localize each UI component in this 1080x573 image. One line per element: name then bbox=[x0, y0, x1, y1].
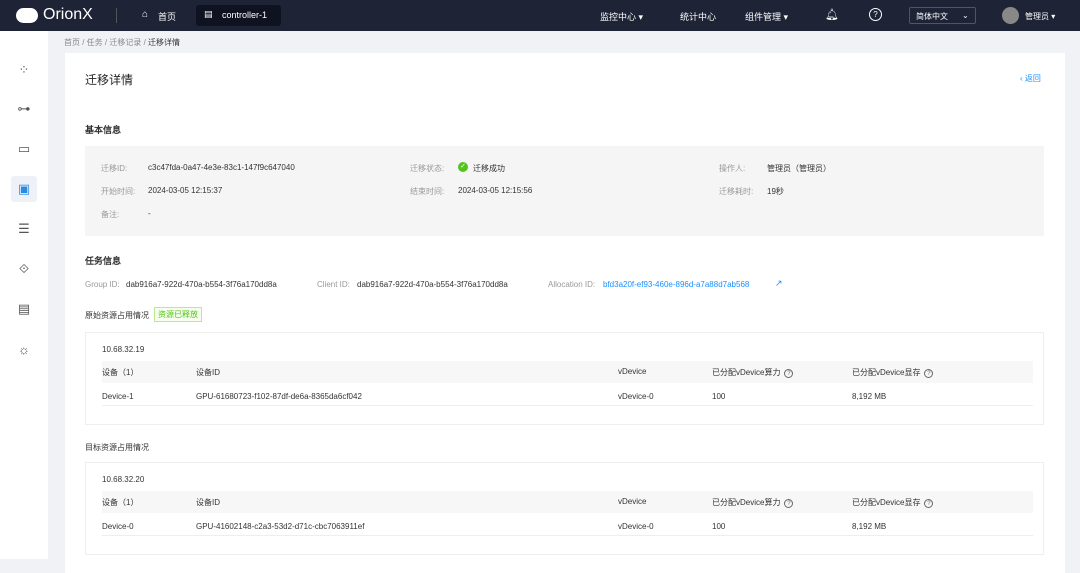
sidebar-dashboard-icon[interactable]: ⁘ bbox=[11, 57, 37, 83]
migration-status: 迁移成功 bbox=[473, 164, 505, 173]
col-memory: 已分配vDevice显存? bbox=[852, 497, 934, 508]
sidebar: ⁘ ⊶ ▭ ▣ ☰ ⟐ ▤ ☼ bbox=[0, 31, 48, 559]
bell-icon[interactable]: 🔔︎ bbox=[825, 8, 839, 21]
field-label: 结束时间: bbox=[410, 187, 445, 196]
breadcrumb-records[interactable]: 迁移记录 bbox=[109, 38, 141, 47]
help-icon[interactable]: ? bbox=[924, 369, 934, 378]
client-id-label: Client ID: bbox=[317, 280, 350, 289]
external-link-icon[interactable]: ↗ bbox=[775, 278, 783, 289]
field-label: 开始时间: bbox=[101, 187, 136, 196]
sidebar-link-icon[interactable]: ⟐ bbox=[11, 256, 37, 282]
col-compute: 已分配vDevice算力? bbox=[712, 367, 794, 378]
divider bbox=[116, 8, 117, 23]
node-ip: 10.68.32.20 bbox=[102, 475, 145, 484]
row-divider bbox=[102, 405, 1033, 406]
task-info-title: 任务信息 bbox=[85, 256, 122, 266]
row-divider bbox=[102, 535, 1033, 536]
col-vdevice: vDevice bbox=[618, 497, 647, 506]
help-icon[interactable]: ? bbox=[924, 499, 934, 508]
source-title: 原始资源占用情况 bbox=[85, 311, 149, 320]
field-label: 迁移ID: bbox=[101, 164, 128, 173]
breadcrumb: 首页 / 任务 / 迁移记录 / 迁移详情 bbox=[64, 38, 181, 47]
help-icon[interactable]: ? bbox=[784, 369, 794, 378]
nav-components[interactable]: 组件管理 ▾ bbox=[745, 10, 788, 23]
sidebar-server-icon[interactable]: ▭ bbox=[11, 136, 37, 162]
page-title: 迁移详情 bbox=[85, 73, 134, 87]
breadcrumb-current: 迁移详情 bbox=[148, 38, 181, 47]
nav-monitor[interactable]: 监控中心 ▾ bbox=[600, 10, 643, 23]
end-time: 2024-03-05 12:15:56 bbox=[458, 186, 533, 195]
sidebar-topology-icon[interactable]: ⊶ bbox=[11, 96, 37, 122]
tab-controller[interactable]: ▤ controller-1 bbox=[196, 5, 281, 26]
table-header: 设备（1） 设备ID vDevice 已分配vDevice算力? 已分配vDev… bbox=[102, 491, 1033, 513]
language-select[interactable]: 简体中文 ⌄ bbox=[909, 7, 976, 24]
breadcrumb-task[interactable]: 任务 bbox=[87, 38, 103, 47]
server-icon: ▤ bbox=[204, 9, 213, 19]
avatar[interactable] bbox=[1002, 7, 1019, 24]
nav-home[interactable]: 首页 bbox=[158, 10, 176, 23]
tab-label: controller-1 bbox=[222, 10, 268, 20]
user-menu[interactable]: 管理员 ▾ bbox=[1025, 11, 1055, 22]
client-id: dab916a7-922d-470a-b554-3f76a170dd8a bbox=[357, 280, 508, 289]
remark: - bbox=[148, 209, 151, 218]
detail-card: 迁移详情 ‹ 返回 基本信息 迁移ID: c3c47fda-0a47-4e3e-… bbox=[65, 53, 1065, 573]
target-title: 目标资源占用情况 bbox=[85, 443, 149, 452]
logo-icon bbox=[16, 8, 38, 23]
sidebar-task-icon[interactable]: ▣ bbox=[11, 176, 37, 202]
home-icon: ⌂ bbox=[142, 9, 149, 20]
released-badge: 资源已释放 bbox=[154, 307, 202, 322]
sidebar-list-icon[interactable]: ☰ bbox=[11, 216, 37, 242]
col-vdevice: vDevice bbox=[618, 367, 647, 376]
col-device-id: 设备ID bbox=[196, 368, 220, 377]
col-compute: 已分配vDevice算力? bbox=[712, 497, 794, 508]
field-label: 备注: bbox=[101, 210, 120, 219]
source-resource-table: 10.68.32.19 设备（1） 设备ID vDevice 已分配vDevic… bbox=[85, 332, 1044, 425]
table-header: 设备（1） 设备ID vDevice 已分配vDevice算力? 已分配vDev… bbox=[102, 361, 1033, 383]
col-device: 设备（1） bbox=[102, 498, 139, 507]
breadcrumb-home[interactable]: 首页 bbox=[64, 38, 80, 47]
col-memory: 已分配vDevice显存? bbox=[852, 367, 934, 378]
field-label: 操作人: bbox=[719, 164, 746, 173]
group-id: dab916a7-922d-470a-b554-3f76a170dd8a bbox=[126, 280, 277, 289]
sidebar-window-icon[interactable]: ▤ bbox=[11, 296, 37, 322]
logo[interactable]: OrionX bbox=[43, 6, 93, 24]
nav-stats[interactable]: 统计中心 bbox=[680, 10, 716, 23]
basic-info-title: 基本信息 bbox=[85, 125, 122, 135]
field-label: 迁移耗时: bbox=[719, 187, 754, 196]
operator: 管理员（管理员） bbox=[767, 164, 831, 173]
group-id-label: Group ID: bbox=[85, 280, 120, 289]
migration-id: c3c47fda-0a47-4e3e-83c1-147f9c647040 bbox=[148, 163, 295, 172]
help-icon[interactable]: ? bbox=[869, 8, 882, 21]
sidebar-bulb-icon[interactable]: ☼ bbox=[11, 336, 37, 362]
col-device: 设备（1） bbox=[102, 368, 139, 377]
col-device-id: 设备ID bbox=[196, 498, 220, 507]
node-ip: 10.68.32.19 bbox=[102, 345, 145, 354]
success-icon: ✓ bbox=[458, 162, 468, 172]
target-resource-table: 10.68.32.20 设备（1） 设备ID vDevice 已分配vDevic… bbox=[85, 462, 1044, 555]
allocation-id-label: Allocation ID: bbox=[548, 280, 596, 289]
top-header: OrionX ⌂ 首页 ▤ controller-1 监控中心 ▾ 统计中心 组… bbox=[0, 0, 1080, 31]
field-label: 迁移状态: bbox=[410, 164, 445, 173]
start-time: 2024-03-05 12:15:37 bbox=[148, 186, 223, 195]
allocation-id-link[interactable]: bfd3a20f-ef93-460e-896d-a7a88d7ab568 bbox=[603, 280, 749, 289]
duration: 19秒 bbox=[767, 187, 784, 196]
help-icon[interactable]: ? bbox=[784, 499, 794, 508]
basic-info-panel: 迁移ID: c3c47fda-0a47-4e3e-83c1-147f9c6470… bbox=[85, 146, 1044, 236]
back-link[interactable]: ‹ 返回 bbox=[1020, 73, 1041, 84]
